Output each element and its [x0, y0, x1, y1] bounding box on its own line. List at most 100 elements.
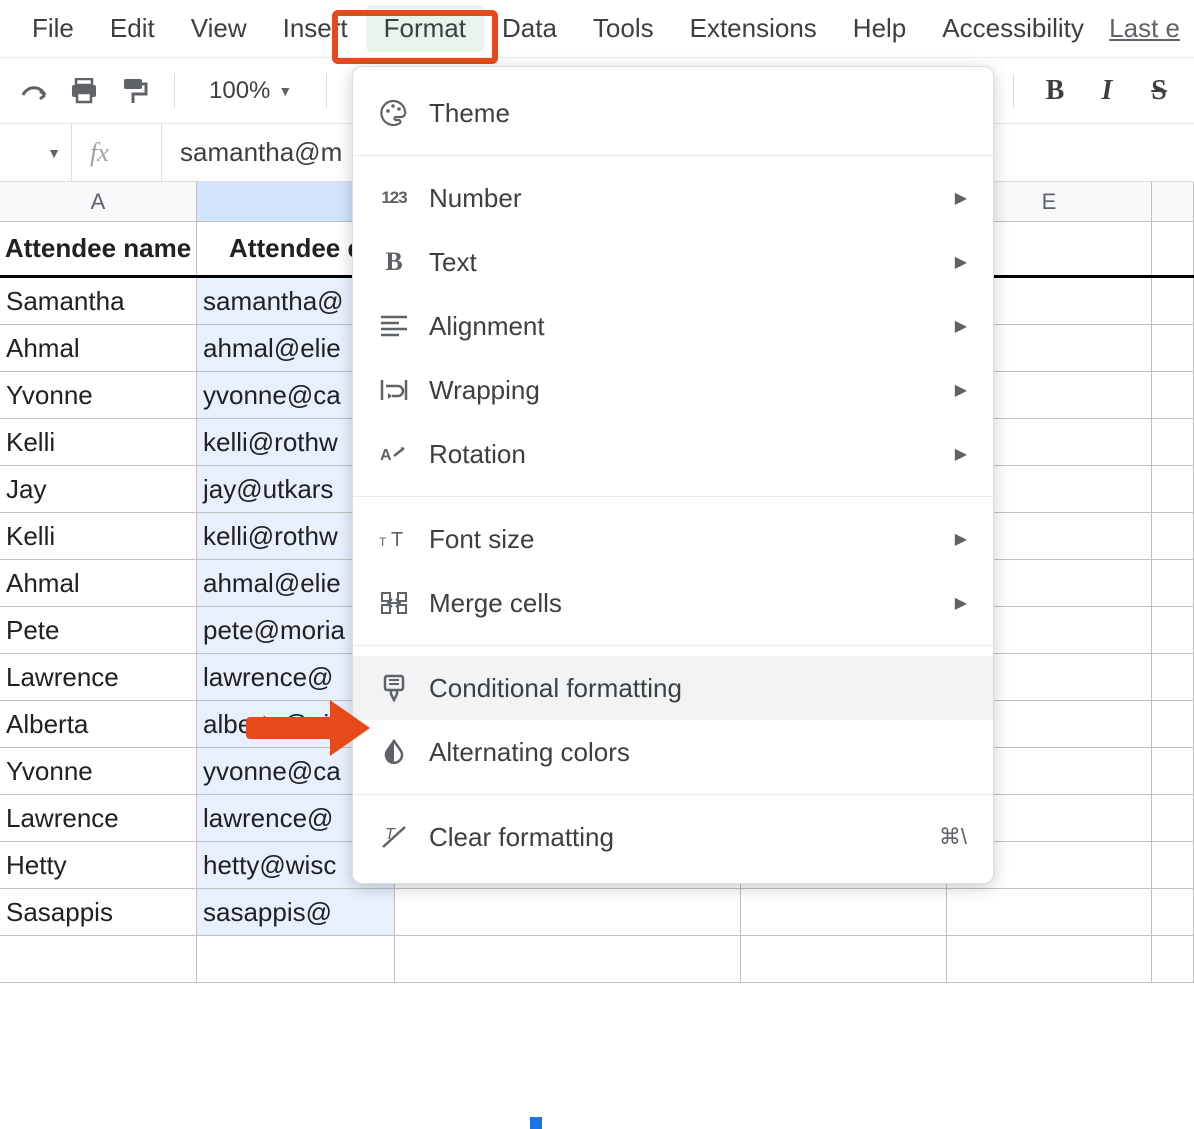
- cell[interactable]: [1152, 889, 1194, 935]
- name-box[interactable]: ▼: [0, 124, 72, 181]
- cell[interactable]: [1152, 842, 1194, 888]
- menu-text[interactable]: B Text ▶: [353, 230, 993, 294]
- menu-fontsize[interactable]: TT Font size ▶: [353, 507, 993, 571]
- col-header-a[interactable]: A: [0, 182, 197, 221]
- cell[interactable]: Lawrence: [0, 654, 197, 700]
- cell[interactable]: Pete: [0, 607, 197, 653]
- align-icon: [379, 311, 409, 341]
- menu-label: Text: [429, 247, 935, 278]
- cell[interactable]: [947, 889, 1152, 935]
- menu-view[interactable]: View: [173, 5, 265, 52]
- cell[interactable]: [1152, 419, 1194, 465]
- menu-wrapping[interactable]: Wrapping ▶: [353, 358, 993, 422]
- cell[interactable]: [197, 936, 395, 982]
- italic-button[interactable]: I: [1090, 75, 1124, 107]
- menu-accessibility[interactable]: Accessibility: [924, 5, 1102, 52]
- cell[interactable]: [1152, 607, 1194, 653]
- strikethrough-button[interactable]: S: [1142, 75, 1176, 107]
- menu-theme[interactable]: Theme: [353, 81, 993, 145]
- formula-input[interactable]: samantha@m: [162, 124, 342, 181]
- cell[interactable]: [1152, 222, 1194, 275]
- menu-label: Alignment: [429, 311, 935, 342]
- cell[interactable]: Kelli: [0, 513, 197, 559]
- cell[interactable]: [1152, 748, 1194, 794]
- cell[interactable]: [395, 889, 741, 935]
- cell[interactable]: Ahmal: [0, 325, 197, 371]
- submenu-arrow-icon: ▶: [955, 252, 967, 272]
- cell[interactable]: [1152, 795, 1194, 841]
- menu-number[interactable]: 123 Number ▶: [353, 166, 993, 230]
- selection-handle[interactable]: [530, 1117, 542, 1129]
- cell[interactable]: [395, 936, 741, 982]
- paint-format-icon[interactable]: [118, 75, 150, 107]
- header-attendee-name[interactable]: Attendee name: [0, 222, 197, 275]
- menu-label: Conditional formatting: [429, 673, 967, 704]
- cell[interactable]: [1152, 936, 1194, 982]
- menu-merge[interactable]: Merge cells ▶: [353, 571, 993, 635]
- cell[interactable]: Alberta: [0, 701, 197, 747]
- menu-conditional-formatting[interactable]: Conditional formatting: [353, 656, 993, 720]
- menu-label: Merge cells: [429, 588, 935, 619]
- redo-icon[interactable]: [18, 75, 50, 107]
- cell[interactable]: [741, 889, 947, 935]
- annotation-arrow: [246, 700, 370, 756]
- cell[interactable]: [947, 936, 1152, 982]
- cell[interactable]: [1152, 372, 1194, 418]
- menu-alignment[interactable]: Alignment ▶: [353, 294, 993, 358]
- cell[interactable]: Yvonne: [0, 372, 197, 418]
- menu-alternating-colors[interactable]: Alternating colors: [353, 720, 993, 784]
- format-menu-dropdown: Theme 123 Number ▶ B Text ▶ Alignment ▶ …: [352, 66, 994, 884]
- menu-label: Rotation: [429, 439, 935, 470]
- cell[interactable]: [1152, 654, 1194, 700]
- menu-file[interactable]: File: [14, 5, 92, 52]
- fx-label: fx: [72, 124, 162, 181]
- menu-help[interactable]: Help: [835, 5, 924, 52]
- cell[interactable]: [0, 936, 197, 982]
- menu-label: Theme: [429, 98, 967, 129]
- cell[interactable]: Yvonne: [0, 748, 197, 794]
- submenu-arrow-icon: ▶: [955, 593, 967, 613]
- cell[interactable]: Samantha: [0, 278, 197, 324]
- menu-insert[interactable]: Insert: [265, 5, 366, 52]
- clear-format-icon: T: [379, 822, 409, 852]
- cell[interactable]: [741, 936, 947, 982]
- chevron-down-icon: ▼: [278, 83, 292, 99]
- table-row: [0, 936, 1194, 983]
- conditional-format-icon: [379, 673, 409, 703]
- zoom-dropdown[interactable]: 100% ▼: [199, 77, 302, 105]
- menu-label: Alternating colors: [429, 737, 967, 768]
- cell[interactable]: Jay: [0, 466, 197, 512]
- last-edit-link[interactable]: Last e: [1109, 13, 1180, 44]
- table-row: Sasappissasappis@: [0, 889, 1194, 936]
- number-icon: 123: [379, 183, 409, 213]
- cell[interactable]: Ahmal: [0, 560, 197, 606]
- menu-rotation[interactable]: A Rotation ▶: [353, 422, 993, 486]
- cell[interactable]: [1152, 560, 1194, 606]
- zoom-value: 100%: [209, 77, 270, 105]
- print-icon[interactable]: [68, 75, 100, 107]
- cell[interactable]: Sasappis: [0, 889, 197, 935]
- cell[interactable]: [1152, 278, 1194, 324]
- col-header-f[interactable]: [1152, 182, 1194, 221]
- cell[interactable]: Lawrence: [0, 795, 197, 841]
- menu-edit[interactable]: Edit: [92, 5, 173, 52]
- bold-button[interactable]: B: [1038, 75, 1072, 107]
- cell[interactable]: sasappis@: [197, 889, 395, 935]
- cell[interactable]: [1152, 325, 1194, 371]
- svg-text:T: T: [379, 535, 387, 549]
- merge-icon: [379, 588, 409, 618]
- menu-clear-formatting[interactable]: T Clear formatting ⌘\: [353, 805, 993, 869]
- menu-tools[interactable]: Tools: [575, 5, 672, 52]
- cell[interactable]: Kelli: [0, 419, 197, 465]
- menu-format[interactable]: Format: [366, 5, 484, 52]
- cell[interactable]: [1152, 513, 1194, 559]
- menu-data[interactable]: Data: [484, 5, 575, 52]
- alternating-colors-icon: [379, 737, 409, 767]
- cell[interactable]: [1152, 701, 1194, 747]
- menu-bar: File Edit View Insert Format Data Tools …: [0, 0, 1194, 58]
- menu-extensions[interactable]: Extensions: [672, 5, 835, 52]
- submenu-arrow-icon: ▶: [955, 380, 967, 400]
- submenu-arrow-icon: ▶: [955, 529, 967, 549]
- cell[interactable]: [1152, 466, 1194, 512]
- cell[interactable]: Hetty: [0, 842, 197, 888]
